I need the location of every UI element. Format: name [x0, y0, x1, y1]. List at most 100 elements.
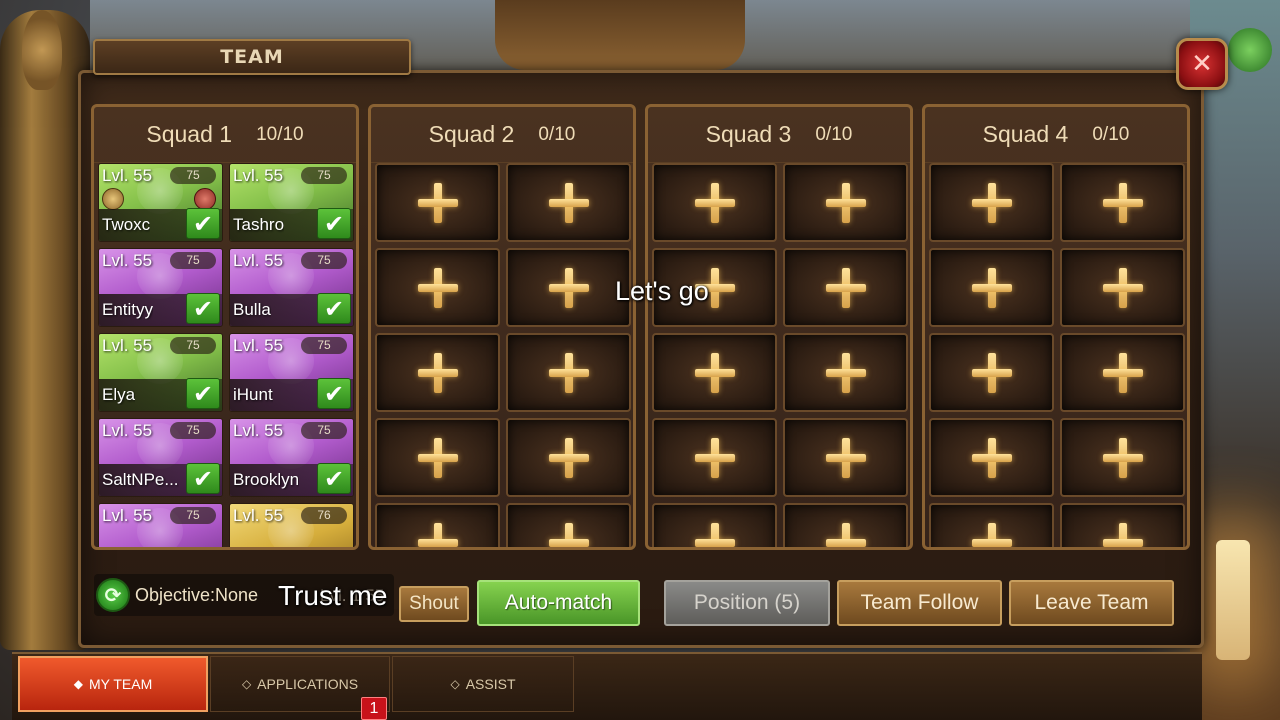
background-candle — [1216, 540, 1250, 660]
plus-icon — [1102, 182, 1143, 223]
member-card[interactable]: Lvl. 55 75 Tashro ✔ — [229, 163, 354, 242]
squad-4-slots — [929, 163, 1185, 547]
empty-slot[interactable] — [375, 333, 500, 412]
bow-role-icon — [194, 188, 216, 210]
member-card[interactable]: Lvl. 55 75 Entityy ✔ — [98, 248, 223, 327]
member-card[interactable]: Lvl. 55 75 Elya ✔ — [98, 333, 223, 412]
plus-icon — [825, 437, 866, 478]
plus-icon — [825, 182, 866, 223]
squad-1-column: Squad 1 10/10 Lvl. 55 75 Twoxc ✔ Lvl. 55 75 Ta… — [91, 104, 359, 550]
squad-name: Squad 1 — [146, 121, 233, 147]
tab-label: ASSIST — [465, 676, 516, 692]
squad-1-slots: Lvl. 55 75 Twoxc ✔ Lvl. 55 75 Tashro ✔ Lvl. 55 75… — [98, 163, 354, 547]
tab-my-team[interactable]: ◆ MY TEAM — [18, 656, 208, 712]
empty-slot[interactable] — [929, 248, 1054, 327]
empty-slot[interactable] — [506, 163, 631, 242]
member-name: SaltNPe... — [102, 470, 179, 489]
close-button[interactable]: ✕ — [1176, 38, 1228, 90]
team-follow-button[interactable]: Team Follow — [837, 580, 1002, 626]
plus-icon — [694, 522, 735, 547]
refresh-icon[interactable]: ⟳ — [96, 578, 130, 612]
member-name: Bulla — [233, 300, 271, 319]
empty-slot[interactable] — [375, 248, 500, 327]
empty-slot[interactable] — [1060, 248, 1185, 327]
member-power: 75 — [301, 167, 347, 184]
empty-slot[interactable] — [506, 248, 631, 327]
squad-name: Squad 3 — [705, 121, 792, 147]
window-title: TEAM — [220, 46, 284, 68]
empty-slot[interactable] — [375, 418, 500, 497]
video-caption-center: Let's go — [615, 276, 709, 306]
checkmark-icon: ✔ — [186, 378, 220, 409]
checkmark-icon: ✔ — [186, 293, 220, 324]
empty-slot[interactable] — [929, 163, 1054, 242]
shout-button[interactable]: Shout — [399, 586, 469, 622]
member-card[interactable]: Lvl. 55 75 Twoxc ✔ — [98, 163, 223, 242]
member-level: Lvl. 55 — [233, 336, 284, 355]
empty-slot[interactable] — [652, 503, 777, 547]
leave-team-button[interactable]: Leave Team — [1009, 580, 1174, 626]
empty-slot[interactable] — [506, 418, 631, 497]
close-icon: ✕ — [1191, 49, 1213, 79]
empty-slot[interactable] — [783, 333, 908, 412]
member-card[interactable]: Lvl. 55 75 — [98, 503, 223, 547]
notification-badge: 1 — [361, 697, 387, 720]
member-power: 75 — [301, 252, 347, 269]
squad-header: Squad 3 0/10 — [648, 107, 910, 163]
empty-slot[interactable] — [1060, 418, 1185, 497]
plus-icon — [417, 182, 458, 223]
empty-slot[interactable] — [375, 163, 500, 242]
tab-assist[interactable]: ◇ ASSIST — [392, 656, 574, 712]
member-card[interactable]: Lvl. 55 75 iHunt ✔ — [229, 333, 354, 412]
plus-icon — [825, 522, 866, 547]
member-name: Brooklyn — [233, 470, 300, 489]
plus-icon — [825, 352, 866, 393]
member-level: Lvl. 55 — [233, 421, 284, 440]
window-title-plate: TEAM — [93, 39, 411, 75]
squad-header: Squad 2 0/10 — [371, 107, 633, 163]
plus-icon — [548, 522, 589, 547]
member-card[interactable]: Lvl. 55 75 SaltNPe... ✔ — [98, 418, 223, 497]
empty-slot[interactable] — [929, 503, 1054, 547]
empty-slot[interactable] — [929, 418, 1054, 497]
member-power: 76 — [301, 507, 347, 524]
member-name: Twoxc — [102, 215, 151, 234]
empty-slot[interactable] — [783, 503, 908, 547]
checkmark-icon: ✔ — [317, 463, 351, 494]
member-card[interactable]: Lvl. 55 75 Brooklyn ✔ — [229, 418, 354, 497]
plus-icon — [548, 182, 589, 223]
squad-name: Squad 2 — [428, 121, 515, 147]
empty-slot[interactable] — [652, 333, 777, 412]
empty-slot[interactable] — [506, 503, 631, 547]
plus-icon — [548, 437, 589, 478]
plus-icon — [971, 267, 1012, 308]
empty-slot[interactable] — [1060, 333, 1185, 412]
empty-slot[interactable] — [1060, 163, 1185, 242]
checkmark-icon: ✔ — [317, 208, 351, 239]
diamond-icon: ◆ — [73, 677, 83, 691]
empty-slot[interactable] — [506, 333, 631, 412]
plus-icon — [417, 352, 458, 393]
checkmark-icon: ✔ — [186, 463, 220, 494]
member-power: 75 — [170, 252, 216, 269]
member-card[interactable]: Lvl. 55 75 Bulla ✔ — [229, 248, 354, 327]
member-card[interactable]: Lvl. 55 76 — [229, 503, 354, 547]
diamond-outline-icon: ◇ — [450, 677, 460, 691]
diamond-outline-icon: ◇ — [241, 677, 252, 691]
plus-icon — [971, 182, 1012, 223]
empty-slot[interactable] — [375, 503, 500, 547]
empty-slot[interactable] — [783, 163, 908, 242]
member-level: Lvl. 55 — [102, 506, 153, 525]
plus-icon — [825, 267, 866, 308]
empty-slot[interactable] — [929, 333, 1054, 412]
empty-slot[interactable] — [783, 418, 908, 497]
position-button[interactable]: Position (5) — [664, 580, 830, 626]
empty-slot[interactable] — [783, 248, 908, 327]
auto-match-button[interactable]: Auto-match — [477, 580, 640, 626]
empty-slot[interactable] — [1060, 503, 1185, 547]
plus-icon — [971, 352, 1012, 393]
empty-slot[interactable] — [652, 163, 777, 242]
empty-slot[interactable] — [652, 418, 777, 497]
squad-2-column: Squad 2 0/10 — [368, 104, 636, 550]
member-name: Elya — [102, 385, 136, 404]
